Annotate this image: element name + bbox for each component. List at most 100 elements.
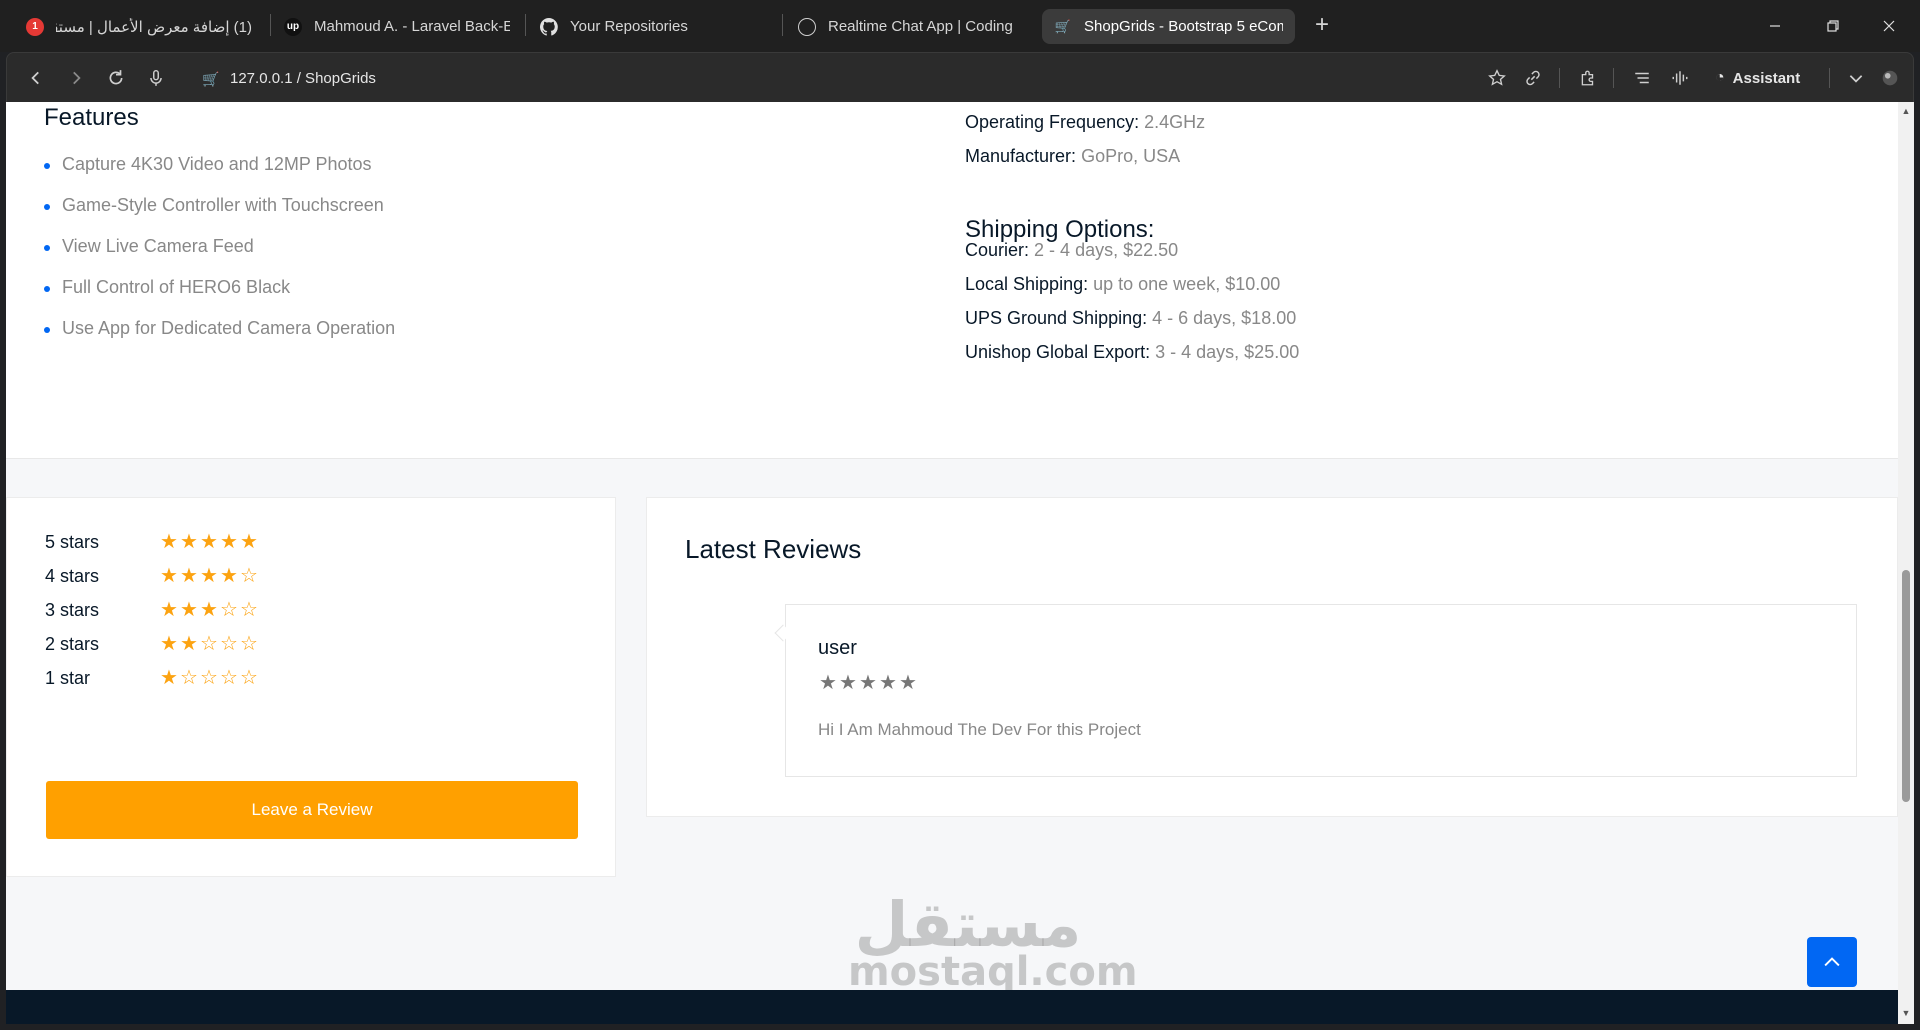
- tab-title: Mahmoud A. - Laravel Back-End: [314, 18, 510, 35]
- feature-text: Game-Style Controller with Touchscreen: [62, 195, 384, 215]
- rating-label: 2 stars: [45, 633, 100, 654]
- close-window-button[interactable]: [1866, 10, 1912, 42]
- rating-row-1: 1 star ★ ☆ ☆ ☆ ☆: [45, 664, 259, 692]
- star-filled-icon: ★: [160, 667, 178, 689]
- minimize-button[interactable]: [1752, 10, 1798, 42]
- scrollbar-thumb[interactable]: [1902, 570, 1910, 802]
- spec-label: Operating Frequency:: [965, 112, 1140, 132]
- feature-item: View Live Camera Feed: [44, 236, 395, 277]
- star-empty-icon: ☆: [180, 667, 198, 689]
- tab-strip: 1 (1) إضافة معرض الأعمال | مستقل up Mahm…: [0, 0, 1920, 52]
- shipping-option: Courier: 2 - 4 days, $22.50: [965, 240, 1178, 261]
- review-item: user ★ ★ ★ ★ ★ Hi I Am Mahmoud The Dev F…: [774, 604, 1857, 777]
- assistant-button[interactable]: ◔ Assistant: [1715, 66, 1800, 90]
- star-filled-icon: ★: [160, 565, 178, 587]
- star-empty-icon: ☆: [240, 565, 258, 587]
- tab-chat-app[interactable]: Realtime Chat App | CodingNepal: [786, 9, 1026, 44]
- spec-value: 2.4GHz: [1144, 112, 1206, 132]
- star-filled-icon: ★: [160, 531, 178, 553]
- reading-list-icon[interactable]: [1629, 65, 1655, 91]
- feature-text: Full Control of HERO6 Black: [62, 277, 291, 297]
- star-rating: ★ ★ ☆ ☆ ☆: [159, 634, 259, 654]
- star-empty-icon: ☆: [240, 633, 258, 655]
- tab-upwork[interactable]: up Mahmoud A. - Laravel Back-End: [272, 9, 522, 44]
- forward-button[interactable]: [63, 65, 89, 91]
- toolbar-divider: [1559, 68, 1560, 88]
- star-filled-icon: ★: [220, 531, 238, 553]
- audio-wave-icon[interactable]: [1667, 65, 1693, 91]
- feature-text: Capture 4K30 Video and 12MP Photos: [62, 154, 372, 174]
- restore-button[interactable]: [1810, 10, 1856, 42]
- leave-review-button[interactable]: Leave a Review: [46, 781, 578, 839]
- tab-github[interactable]: Your Repositories: [528, 9, 778, 44]
- browser-toolbar: 🛒 127.0.0.1 / ShopGrids ◔ Assistant: [6, 52, 1914, 102]
- shipping-label: UPS Ground Shipping:: [965, 308, 1148, 328]
- shopgrids-icon: 🛒: [202, 71, 220, 87]
- features-list: Capture 4K30 Video and 12MP Photos Game-…: [44, 154, 395, 359]
- mostaql-watermark: مستقل mostaql.com: [848, 892, 1138, 995]
- bullet-icon: [44, 327, 50, 333]
- star-empty-icon: ☆: [200, 667, 218, 689]
- toolbar-divider: [1829, 68, 1830, 88]
- extensions-icon[interactable]: [1575, 65, 1601, 91]
- toolbar-divider: [1613, 68, 1614, 88]
- tab-mostaql[interactable]: 1 (1) إضافة معرض الأعمال | مستقل: [14, 9, 264, 44]
- address-bar[interactable]: 🛒 127.0.0.1 / ShopGrids: [202, 66, 376, 90]
- bookmark-star-icon[interactable]: [1484, 65, 1510, 91]
- rating-row-5: 5 stars ★ ★ ★ ★ ★: [45, 528, 259, 556]
- review-star-rating: ★ ★ ★ ★ ★: [818, 673, 918, 693]
- shopgrids-icon: 🛒: [1054, 18, 1072, 34]
- bullet-icon: [44, 204, 50, 210]
- star-icon: ★: [819, 672, 837, 694]
- scroll-down-arrow-icon[interactable]: ▼: [1901, 1008, 1911, 1018]
- profile-avatar-icon[interactable]: [1877, 65, 1903, 91]
- star-filled-icon: ★: [200, 531, 218, 553]
- star-filled-icon: ★: [240, 531, 258, 553]
- chevron-down-icon[interactable]: [1843, 65, 1869, 91]
- microphone-icon[interactable]: [143, 65, 169, 91]
- star-rating: ★ ★ ★ ☆ ☆: [159, 600, 259, 620]
- feature-text: View Live Camera Feed: [62, 236, 254, 256]
- watermark-latin: mostaql.com: [848, 949, 1138, 995]
- star-empty-icon: ☆: [200, 633, 218, 655]
- mostaql-favicon-icon: 1: [26, 17, 44, 36]
- upwork-icon: up: [284, 17, 302, 36]
- page-scrollbar[interactable]: ▲ ▼: [1898, 102, 1914, 1024]
- star-filled-icon: ★: [200, 565, 218, 587]
- star-icon: ★: [859, 672, 877, 694]
- reviewer-name: user: [818, 637, 857, 659]
- star-filled-icon: ★: [160, 599, 178, 621]
- new-tab-button[interactable]: +: [1308, 12, 1336, 40]
- product-details-section: Features Capture 4K30 Video and 12MP Pho…: [6, 102, 1898, 459]
- tab-shopgrids[interactable]: 🛒 ShopGrids - Bootstrap 5 eCommerce: [1042, 9, 1295, 44]
- back-button[interactable]: [23, 65, 49, 91]
- scroll-to-top-button[interactable]: [1807, 937, 1857, 987]
- tab-divider: [782, 14, 783, 36]
- features-title: Features: [44, 104, 139, 131]
- latest-reviews-title: Latest Reviews: [685, 534, 862, 564]
- star-filled-icon: ★: [220, 565, 238, 587]
- page-footer: [6, 990, 1898, 1024]
- star-rating: ★ ★ ★ ★ ☆: [159, 566, 259, 586]
- copy-link-icon[interactable]: [1520, 65, 1546, 91]
- tab-title: Your Repositories: [570, 18, 688, 35]
- feature-item: Full Control of HERO6 Black: [44, 277, 395, 318]
- tab-divider: [525, 14, 526, 36]
- rating-label: 1 star: [45, 667, 91, 688]
- feature-item: Use App for Dedicated Camera Operation: [44, 318, 395, 359]
- reload-button[interactable]: [103, 65, 129, 91]
- star-filled-icon: ★: [180, 633, 198, 655]
- star-filled-icon: ★: [180, 565, 198, 587]
- star-empty-icon: ☆: [220, 667, 238, 689]
- star-rating: ★ ☆ ☆ ☆ ☆: [159, 668, 259, 688]
- shipping-label: Local Shipping:: [965, 274, 1089, 294]
- tab-title: (1) إضافة معرض الأعمال | مستقل: [56, 18, 252, 36]
- shipping-value: 2 - 4 days, $22.50: [1034, 240, 1179, 260]
- globe-icon: [798, 17, 816, 36]
- feature-item: Capture 4K30 Video and 12MP Photos: [44, 154, 395, 195]
- scroll-up-arrow-icon[interactable]: ▲: [1901, 106, 1911, 116]
- star-icon: ★: [839, 672, 857, 694]
- ratings-summary-card: 5 stars ★ ★ ★ ★ ★ 4 stars ★ ★ ★ ★ ☆ 3 stars ★ ★ ★ ☆…: [6, 497, 616, 877]
- shipping-option: UPS Ground Shipping: 4 - 6 days, $18.00: [965, 308, 1296, 329]
- shipping-label: Courier:: [965, 240, 1030, 260]
